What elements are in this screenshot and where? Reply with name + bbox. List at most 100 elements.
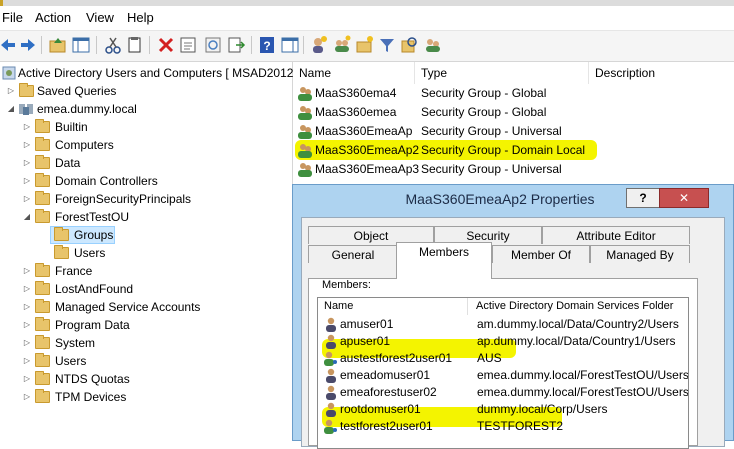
tab-attribute-editor[interactable]: Attribute Editor: [542, 226, 690, 244]
refresh-icon[interactable]: [203, 35, 223, 55]
tree-item-system[interactable]: ▷ System: [0, 334, 290, 352]
member-row[interactable]: amuser01 am.dummy.local/Data/Country2/Us…: [318, 316, 688, 333]
tree-item-domain-controllers[interactable]: ▷ Domain Controllers: [0, 172, 290, 190]
folder-icon: [35, 335, 50, 349]
folder-icon: [35, 353, 50, 367]
properties-dialog: MaaS360EmeaAp2 Properties ? ✕ Object Sec…: [292, 184, 734, 449]
list-item-selected[interactable]: MaaS360EmeaAp2 Security Group - Domain L…: [293, 141, 734, 160]
group-type: Security Group - Universal: [421, 162, 562, 176]
expand-arrow-icon[interactable]: ▷: [22, 352, 32, 370]
member-row[interactable]: emeadomuser01 emea.dummy.local/ForestTes…: [318, 367, 688, 384]
tree-item-saved-queries[interactable]: ▷ Saved Queries: [0, 82, 290, 100]
members-list[interactable]: Name Active Directory Domain Services Fo…: [317, 297, 689, 449]
expand-arrow-icon[interactable]: ▷: [22, 298, 32, 316]
expand-arrow-icon[interactable]: ▷: [22, 118, 32, 136]
tree-item-program-data[interactable]: ▷ Program Data: [0, 316, 290, 334]
export-list-icon[interactable]: [226, 35, 246, 55]
expand-arrow-icon[interactable]: ▷: [6, 82, 16, 100]
filter-icon[interactable]: [377, 35, 397, 55]
tree-item-foreign-security-principals[interactable]: ▷ ForeignSecurityPrincipals: [0, 190, 290, 208]
tree-root-label: Active Directory Users and Computers [ M…: [18, 66, 301, 80]
add-to-group-icon[interactable]: [423, 35, 443, 55]
back-arrow-icon[interactable]: [0, 35, 18, 55]
tab-member-of[interactable]: Member Of: [492, 245, 590, 263]
list-item[interactable]: MaaS360emea Security Group - Global: [293, 103, 734, 122]
show-console-tree-icon[interactable]: [71, 35, 91, 55]
expand-arrow-icon[interactable]: ▷: [22, 316, 32, 334]
group-icon: [298, 144, 312, 158]
folder-icon: [19, 83, 34, 97]
tree-item-forest-test-ou[interactable]: ◢ ForestTestOU: [0, 208, 290, 226]
list-item[interactable]: MaaS360EmeaAp Security Group - Universal: [293, 122, 734, 141]
expand-arrow-icon[interactable]: ▷: [22, 388, 32, 406]
list-item[interactable]: MaaS360EmeaAp3 Security Group - Universa…: [293, 160, 734, 179]
menu-file[interactable]: File: [2, 10, 23, 25]
tree-item-label: Data: [55, 156, 81, 170]
properties-icon[interactable]: [178, 35, 198, 55]
tree-root[interactable]: Active Directory Users and Computers [ M…: [0, 64, 300, 82]
delete-icon[interactable]: [156, 35, 176, 55]
list-item[interactable]: MaaS360ema4 Security Group - Global: [293, 84, 734, 103]
action-pane-icon[interactable]: [280, 35, 300, 55]
tree-item-users-ou[interactable]: Users: [0, 244, 290, 262]
tree-item-data[interactable]: ▷ Data: [0, 154, 290, 172]
expand-arrow-icon[interactable]: ▷: [22, 334, 32, 352]
menu-view[interactable]: View: [86, 10, 114, 25]
expand-arrow-icon[interactable]: ▷: [22, 262, 32, 280]
tab-managed-by[interactable]: Managed By: [590, 245, 690, 263]
tree-item-managed-service-accounts[interactable]: ▷ Managed Service Accounts: [0, 298, 290, 316]
tree-item-label: Computers: [55, 138, 114, 152]
member-row[interactable]: austestforest2user01 AUS: [318, 350, 688, 367]
column-header-name[interactable]: Name: [318, 298, 468, 315]
expand-arrow-icon[interactable]: ▷: [22, 154, 32, 172]
help-button[interactable]: ?: [626, 188, 660, 208]
tree-item-computers[interactable]: ▷ Computers: [0, 136, 290, 154]
column-header-description[interactable]: Description: [589, 62, 734, 84]
cut-icon[interactable]: [103, 35, 123, 55]
column-header-type[interactable]: Type: [415, 62, 589, 84]
expand-arrow-icon[interactable]: ▷: [22, 190, 32, 208]
tab-members[interactable]: Members: [396, 242, 492, 279]
tree-item-users[interactable]: ▷ Users: [0, 352, 290, 370]
tree-item-builtin[interactable]: ▷ Builtin: [0, 118, 290, 136]
tree-item-ntds-quotas[interactable]: ▷ NTDS Quotas: [0, 370, 290, 388]
new-group-icon[interactable]: [332, 35, 352, 55]
member-name: amuser01: [340, 317, 394, 331]
tree-item-groups[interactable]: Groups: [0, 226, 290, 244]
tab-general[interactable]: General: [308, 245, 398, 263]
find-icon[interactable]: [399, 35, 419, 55]
collapse-arrow-icon[interactable]: ◢: [22, 208, 32, 226]
group-name: MaaS360EmeaAp2: [315, 143, 420, 157]
menu-bar: File Action View Help: [0, 6, 734, 31]
member-row[interactable]: testforest2user01 TESTFOREST2: [318, 418, 688, 435]
forward-arrow-icon[interactable]: [18, 35, 38, 55]
svg-text:?: ?: [263, 39, 270, 53]
member-row[interactable]: rootdomuser01 dummy.local/Corp/Users: [318, 401, 688, 418]
tree-item-label: System: [55, 336, 96, 350]
expand-arrow-icon[interactable]: ▷: [22, 136, 32, 154]
expand-arrow-icon[interactable]: ▷: [22, 280, 32, 298]
menu-action[interactable]: Action: [35, 10, 71, 25]
tree-item-domain[interactable]: ◢ emea.dummy.local: [0, 100, 290, 118]
up-folder-icon[interactable]: [48, 35, 68, 55]
collapse-arrow-icon[interactable]: ◢: [6, 100, 16, 118]
member-folder: TESTFOREST2: [477, 419, 564, 433]
close-button[interactable]: ✕: [659, 188, 709, 208]
tree-item-lost-and-found[interactable]: ▷ LostAndFound: [0, 280, 290, 298]
column-header-folder[interactable]: Active Directory Domain Services Folder: [468, 298, 688, 315]
help-icon[interactable]: ?: [257, 35, 277, 55]
foreign-user-icon: [324, 419, 337, 434]
tree-item-france[interactable]: ▷ France: [0, 262, 290, 280]
member-row[interactable]: emeaforestuser02 emea.dummy.local/Forest…: [318, 384, 688, 401]
expand-arrow-icon[interactable]: ▷: [22, 172, 32, 190]
copy-icon[interactable]: [125, 35, 145, 55]
column-header-name[interactable]: Name: [293, 62, 415, 84]
tree-item-tpm-devices[interactable]: ▷ TPM Devices: [0, 388, 290, 406]
new-ou-icon[interactable]: [355, 35, 375, 55]
group-name: MaaS360ema4: [315, 86, 397, 100]
user-icon: [326, 334, 336, 349]
expand-arrow-icon[interactable]: ▷: [22, 370, 32, 388]
new-user-icon[interactable]: [309, 35, 329, 55]
member-row[interactable]: apuser01 ap.dummy.local/Data/Country1/Us…: [318, 333, 688, 350]
menu-help[interactable]: Help: [127, 10, 154, 25]
